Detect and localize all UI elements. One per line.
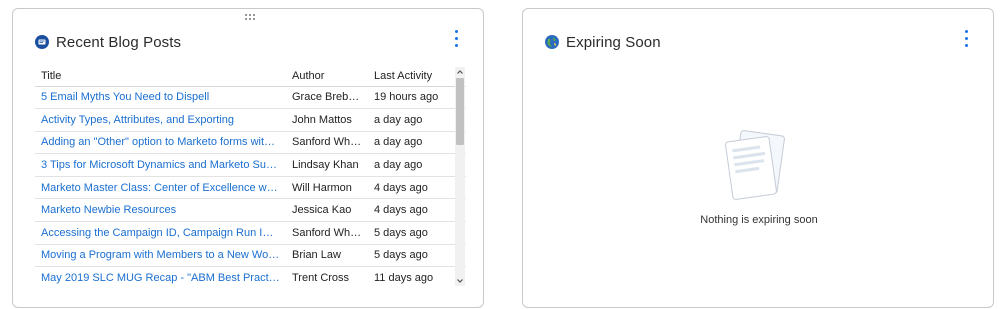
table-row: Marketo Newbie Resources Jessica Kao 4 d…	[35, 198, 466, 223]
post-last-activity: 5 days ago	[368, 221, 466, 245]
post-title-link[interactable]: Adding an "Other" option to Marketo form…	[35, 131, 286, 155]
scroll-up-icon[interactable]	[455, 67, 465, 77]
post-title-link[interactable]: Accessing the Campaign ID, Campaign Run …	[35, 221, 286, 245]
blog-icon	[35, 35, 49, 49]
post-author: John Mattos	[286, 108, 368, 132]
post-author: Sanford White...	[286, 131, 368, 155]
expiring-soon-card: Expiring Soon Nothing is expiring soon	[522, 8, 994, 308]
drag-handle-icon[interactable]	[245, 14, 255, 22]
post-last-activity: 19 hours ago	[368, 86, 466, 110]
post-last-activity: a day ago	[368, 108, 466, 132]
recent-blog-posts-card: Recent Blog Posts Title Author Last Acti…	[12, 8, 484, 308]
table-row: 3 Tips for Microsoft Dynamics and Market…	[35, 153, 466, 177]
post-title-link[interactable]: Marketo Master Class: Center of Excellen…	[35, 176, 286, 200]
card-title: Recent Blog Posts	[56, 33, 182, 51]
table-scrollbar[interactable]	[455, 67, 465, 286]
empty-state-message: Nothing is expiring soon	[700, 214, 818, 226]
scroll-down-icon[interactable]	[455, 276, 465, 286]
post-author: Will Harmon	[286, 176, 368, 200]
post-title-link[interactable]: 3 Tips for Microsoft Dynamics and Market…	[35, 153, 286, 177]
post-last-activity: 4 days ago	[368, 176, 466, 200]
post-author: Lindsay Khan	[286, 153, 368, 177]
scroll-thumb[interactable]	[456, 78, 464, 145]
empty-documents-icon	[721, 127, 791, 207]
table-header-row: Title Author Last Activity	[35, 66, 466, 87]
post-title-link[interactable]: 5 Email Myths You Need to Dispell	[35, 86, 286, 110]
table-row: Activity Types, Attributes, and Exportin…	[35, 108, 466, 132]
more-options-icon[interactable]	[451, 29, 461, 51]
table-row: Accessing the Campaign ID, Campaign Run …	[35, 221, 466, 245]
post-last-activity: 5 days ago	[368, 244, 466, 268]
post-author: Jessica Kao	[286, 198, 368, 223]
post-title-link[interactable]: Moving a Program with Members to a New W…	[35, 244, 286, 268]
card-header: Recent Blog Posts	[35, 31, 181, 53]
table-row: May 2019 SLC MUG Recap - "ABM Best Pract…	[35, 266, 466, 286]
post-title-link[interactable]: Marketo Newbie Resources	[35, 198, 286, 223]
column-header-author[interactable]: Author	[286, 66, 368, 87]
table-row: 5 Email Myths You Need to Dispell Grace …	[35, 86, 466, 110]
globe-icon	[545, 35, 559, 49]
column-header-title[interactable]: Title	[35, 66, 286, 87]
card-title: Expiring Soon	[566, 33, 661, 51]
post-last-activity: 11 days ago	[368, 266, 466, 286]
card-header: Expiring Soon	[545, 31, 661, 53]
table-row: Moving a Program with Members to a New W…	[35, 244, 466, 268]
more-options-icon[interactable]	[961, 29, 971, 51]
table-row: Marketo Master Class: Center of Excellen…	[35, 176, 466, 200]
post-last-activity: 4 days ago	[368, 198, 466, 223]
post-author: Trent Cross	[286, 266, 368, 286]
table-row: Adding an "Other" option to Marketo form…	[35, 131, 466, 155]
post-title-link[interactable]: Activity Types, Attributes, and Exportin…	[35, 108, 286, 132]
post-author: Grace Brebner	[286, 86, 368, 110]
post-last-activity: a day ago	[368, 153, 466, 177]
blog-posts-table: Title Author Last Activity 5 Email Myths…	[35, 66, 466, 286]
post-title-link[interactable]: May 2019 SLC MUG Recap - "ABM Best Pract…	[35, 266, 286, 286]
post-author: Brian Law	[286, 244, 368, 268]
column-header-last-activity[interactable]: Last Activity	[368, 66, 466, 87]
post-author: Sanford White...	[286, 221, 368, 245]
post-last-activity: a day ago	[368, 131, 466, 155]
